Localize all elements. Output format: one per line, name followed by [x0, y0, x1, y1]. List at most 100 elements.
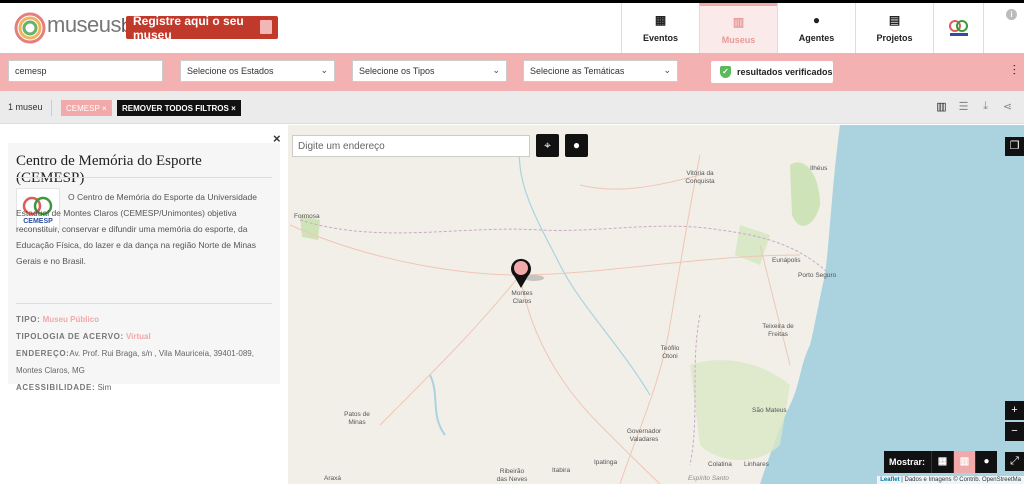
logo-text: museusbr [47, 12, 137, 37]
map-city-label: Ipatinga [594, 459, 618, 466]
show-layers-control: Mostrar: ▦ ▥ ● [884, 451, 998, 473]
clipboard-icon: ▤ [888, 13, 901, 27]
map-city-label: Linhares [744, 461, 769, 468]
museum-card: Centro de Memória do Esporte (CEMESP) CE… [8, 143, 280, 392]
themes-select[interactable]: Selecione as Temáticas ⌄ [523, 60, 678, 82]
zoom-out-button[interactable]: − [1005, 422, 1024, 441]
nav-museus-label: Museus [721, 34, 756, 45]
museum-icon [260, 20, 272, 34]
zoom-in-button[interactable]: + [1005, 401, 1024, 420]
result-count: 1 museu [8, 102, 43, 112]
divider [16, 303, 272, 304]
search-input[interactable]: cemesp [8, 60, 163, 82]
map-city-label: Araxá [324, 475, 341, 482]
chevron-down-icon: ⌄ [663, 65, 671, 75]
collection-type-row: TIPOLOGIA DE ACERVO: Virtual [16, 328, 276, 345]
chevron-down-icon: ⌄ [492, 65, 500, 75]
map-city-label: Formosa [294, 213, 320, 220]
map-city-label: Teófilo Otoni [660, 345, 680, 360]
collection-type-key: TIPOLOGIA DE ACERVO: [16, 332, 124, 341]
share-icon[interactable]: ⋖ [1001, 100, 1014, 113]
museum-icon[interactable]: ▥ [953, 451, 976, 473]
person-icon[interactable]: ● [975, 451, 997, 473]
type-value[interactable]: Museu Público [43, 315, 99, 324]
calendar-icon: ▦ [654, 13, 667, 27]
map-city-label: Vitória da Conquista [685, 170, 715, 185]
museusbr-logo[interactable]: museusbr [14, 9, 137, 45]
map-city-label: Teixeira de Freitas [762, 323, 794, 338]
info-button[interactable]: i [983, 3, 1024, 53]
locate-icon[interactable]: ⌖ [536, 134, 559, 157]
address-placeholder: Digite um endereço [298, 140, 385, 152]
filter-bar: cemesp Selecione os Estados ⌄ Selecione … [0, 53, 1024, 91]
museum-title: Centro de Memória do Esporte (CEMESP) [16, 153, 202, 186]
type-key: TIPO: [16, 315, 41, 324]
sliders-icon[interactable]: ⫶ [1013, 62, 1017, 79]
themes-select-label: Selecione as Temáticas [530, 66, 625, 76]
cemesp-logo-icon [948, 20, 968, 36]
museum-icon: ▥ [732, 14, 745, 29]
map-city-label: Eunápolis [772, 257, 801, 264]
types-select[interactable]: Selecione os Tipos ⌄ [352, 60, 507, 82]
museum-detail-panel: × Centro de Memória do Esporte (CEMESP) … [0, 125, 288, 484]
map-city-label: Governador Valadares [626, 428, 662, 443]
verified-results-toggle[interactable]: ✓ resultados verificados [711, 61, 833, 83]
layers-icon[interactable]: ❐ [1005, 137, 1024, 156]
close-icon: × [231, 103, 236, 113]
person-icon: ● [812, 13, 821, 27]
divider [51, 100, 52, 116]
filter-chip[interactable]: CEMESP × [61, 100, 112, 116]
close-icon[interactable]: × [102, 104, 107, 113]
map-attribution: Leaflet | Dados e Imagens © Contrib. Ope… [877, 476, 1024, 484]
leaflet-link[interactable]: Leaflet [880, 477, 899, 483]
fullscreen-icon[interactable]: ⤢ [1005, 452, 1024, 471]
nav-eventos[interactable]: ▦ Eventos [621, 3, 699, 53]
cemesp-nav-logo[interactable] [933, 3, 983, 53]
map-state-label: Espírito Santo [688, 475, 729, 482]
main-nav: ▦ Eventos ▥ Museus ● Agentes ▤ Projetos … [621, 3, 1024, 53]
states-select[interactable]: Selecione os Estados ⌄ [180, 60, 335, 82]
view-toolbar: ▥ ☰ ⤓ ⋖ [935, 100, 1014, 113]
chevron-down-icon: ⌄ [320, 65, 328, 75]
museum-description: O Centro de Memória do Esporte da Univer… [16, 192, 257, 266]
shield-check-icon: ✓ [720, 66, 731, 78]
table-view-icon[interactable]: ☰ [957, 100, 970, 113]
map-marker-icon[interactable] [506, 256, 546, 290]
attribution-text: | Dados e Imagens © Contrib. OpenStreetM… [901, 477, 1021, 483]
address-search-input[interactable]: Digite um endereço [292, 135, 530, 157]
search-value: cemesp [15, 66, 47, 76]
logo-rings-icon [14, 12, 46, 44]
accessibility-key: ACESSIBILIDADE: [16, 383, 96, 392]
nav-agentes[interactable]: ● Agentes [777, 3, 855, 53]
address-row: ENDEREÇO:Av. Prof. Rui Braga, s/n , Vila… [16, 345, 276, 379]
states-select-label: Selecione os Estados [187, 66, 274, 76]
nav-projetos[interactable]: ▤ Projetos [855, 3, 933, 53]
list-view-icon[interactable]: ▥ [935, 100, 948, 113]
register-museum-button[interactable]: Registre aqui o seu museu [126, 13, 278, 42]
show-label: Mostrar: [889, 457, 926, 467]
header: museusbr Registre aqui o seu museu ▦ Eve… [0, 3, 1024, 53]
types-select-label: Selecione os Tipos [359, 66, 435, 76]
nav-museus[interactable]: ▥ Museus [699, 3, 777, 53]
info-icon: i [1006, 9, 1017, 20]
remove-all-label: REMOVER TODOS FILTROS [122, 103, 229, 113]
nav-eventos-label: Eventos [642, 33, 678, 43]
remove-all-filters-button[interactable]: REMOVER TODOS FILTROS × [117, 100, 241, 116]
map-city-label: Ilhéus [810, 165, 828, 172]
accessibility-row: ACESSIBILIDADE: Sim [16, 379, 276, 396]
calendar-icon[interactable]: ▦ [931, 451, 953, 473]
radius-circle-icon[interactable]: ● [565, 134, 588, 157]
collection-type-value[interactable]: Virtual [126, 332, 151, 341]
download-icon[interactable]: ⤓ [979, 100, 992, 113]
register-museum-label: Registre aqui o seu museu [133, 13, 244, 42]
map-city-label: São Mateus [752, 407, 787, 414]
map-city-label: Colatina [708, 461, 732, 468]
accessibility-value: Sim [97, 383, 112, 392]
nav-projetos-label: Projetos [876, 33, 913, 43]
map-city-label: Ribeirão das Neves [496, 468, 528, 483]
map-city-label: Montes Claros [511, 290, 533, 305]
museum-type-row: TIPO: Museu Público [16, 311, 276, 328]
map-city-label: Porto Seguro [798, 272, 837, 279]
map-city-label: Itabira [552, 467, 571, 474]
results-bar: 1 museu CEMESP × REMOVER TODOS FILTROS ×… [0, 91, 1024, 124]
